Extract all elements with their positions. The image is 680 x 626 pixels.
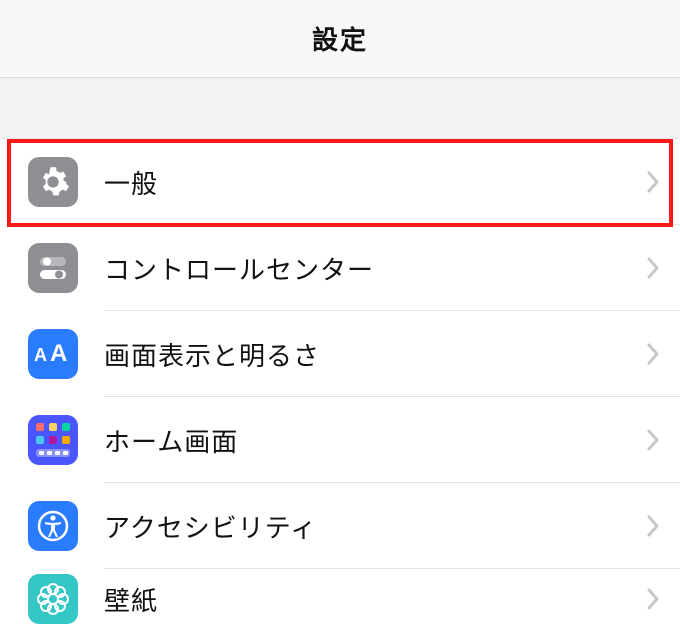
chevron-right-icon: [646, 170, 660, 194]
header-spacer: [0, 78, 680, 138]
chevron-right-icon: [646, 342, 660, 366]
row-display-brightness[interactable]: A A 画面表示と明るさ: [0, 311, 680, 397]
chevron-right-icon: [646, 428, 660, 452]
row-label: 画面表示と明るさ: [78, 336, 646, 373]
svg-text:A: A: [34, 345, 47, 365]
gear-icon: [28, 157, 78, 207]
control-center-icon: [28, 243, 78, 293]
display-brightness-icon: A A: [28, 329, 78, 379]
chevron-right-icon: [646, 256, 660, 280]
accessibility-icon: [28, 501, 78, 551]
row-label: 一般: [78, 164, 646, 201]
svg-text:A: A: [50, 340, 67, 367]
row-general[interactable]: 一般: [0, 139, 680, 225]
row-label: コントロールセンター: [78, 250, 646, 287]
settings-list: 一般 コントロールセンター A A 画面表示と明るさ: [0, 138, 680, 626]
row-home-screen[interactable]: ホーム画面: [0, 397, 680, 483]
row-control-center[interactable]: コントロールセンター: [0, 225, 680, 311]
home-screen-icon: [28, 415, 78, 465]
row-label: アクセシビリティ: [78, 508, 646, 545]
row-label: 壁紙: [78, 581, 646, 618]
row-label: ホーム画面: [78, 422, 646, 459]
wallpaper-icon: [28, 574, 78, 624]
settings-header: 設定: [0, 0, 680, 78]
page-title: 設定: [312, 20, 368, 57]
chevron-right-icon: [646, 587, 660, 611]
row-accessibility[interactable]: アクセシビリティ: [0, 483, 680, 569]
row-wallpaper[interactable]: 壁紙: [0, 569, 680, 626]
chevron-right-icon: [646, 514, 660, 538]
